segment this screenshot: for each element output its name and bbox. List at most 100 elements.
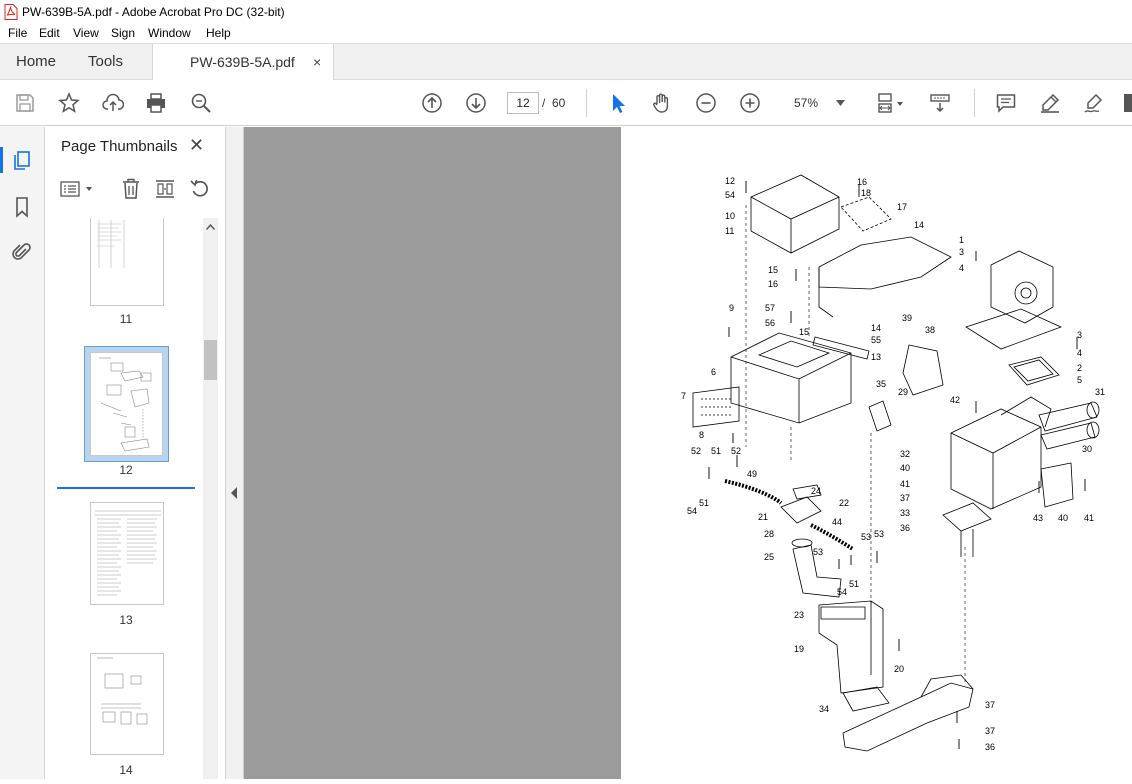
zoom-level-select[interactable]: 57%: [782, 92, 852, 114]
scroll-mode-button[interactable]: [928, 91, 952, 115]
thumbnail-number: 12: [119, 463, 133, 477]
callout: 35: [876, 379, 886, 389]
tab-document[interactable]: PW-639B-5A.pdf ×: [152, 44, 334, 81]
sign-button[interactable]: [1082, 91, 1106, 115]
callout: 37: [985, 700, 995, 710]
callout: 10: [725, 211, 735, 221]
callout: 42: [950, 395, 960, 405]
callout: 15: [799, 327, 809, 337]
callout: 6: [711, 367, 716, 377]
rotate-icon[interactable]: [189, 178, 211, 200]
fit-page-button[interactable]: [873, 91, 909, 115]
callout: 36: [900, 523, 910, 533]
menu-edit[interactable]: Edit: [39, 26, 60, 40]
zoom-out-button[interactable]: [694, 91, 718, 115]
comment-button[interactable]: [994, 91, 1018, 115]
callout: 44: [832, 517, 842, 527]
panel-splitter[interactable]: [226, 127, 244, 779]
callout: 7: [681, 391, 686, 401]
callout: 24: [811, 486, 821, 496]
more-tools-icon[interactable]: [1124, 94, 1132, 112]
callout: 43: [1033, 513, 1043, 523]
main-toolbar: 12 / 60 57%: [0, 80, 1132, 126]
callout: 2: [1077, 363, 1082, 373]
callout: 18: [861, 188, 871, 198]
collapse-panel-icon[interactable]: [231, 487, 238, 499]
callout: 32: [900, 449, 910, 459]
scroll-up-icon[interactable]: [206, 224, 215, 230]
hand-tool-button[interactable]: [650, 91, 674, 115]
find-button[interactable]: [189, 91, 213, 115]
next-page-button[interactable]: [464, 91, 488, 115]
thumbnail-options-icon[interactable]: [60, 180, 96, 198]
callout: 40: [900, 463, 910, 473]
callout: 12: [725, 176, 735, 186]
menu-window[interactable]: Window: [148, 26, 191, 40]
tab-tools[interactable]: Tools: [88, 44, 123, 80]
upload-button[interactable]: [101, 91, 125, 115]
callout: 33: [900, 508, 910, 518]
callout: 9: [729, 303, 734, 313]
scroll-mode-icon: [930, 94, 950, 113]
callout: 51: [711, 446, 721, 456]
callout: 54: [837, 587, 847, 597]
callout: 40: [1058, 513, 1068, 523]
scrollbar-thumb[interactable]: [204, 340, 217, 380]
attachments-icon[interactable]: [11, 241, 33, 263]
current-page-indicator: [57, 487, 195, 489]
callout: 16: [857, 177, 867, 187]
thumbnail-page-14[interactable]: [90, 653, 164, 755]
extract-pages-icon[interactable]: [154, 178, 176, 200]
menu-sign[interactable]: Sign: [111, 26, 135, 40]
thumbnail-14-preview: [97, 657, 148, 725]
bookmark-star-button[interactable]: [57, 91, 81, 115]
bookmarks-icon[interactable]: [11, 196, 33, 218]
menu-file[interactable]: File: [8, 26, 27, 40]
page-total: 60: [552, 96, 566, 110]
pdf-page: 12 54 10 11 16 18 17 14 1 3 4 15 16 9 57…: [621, 127, 1132, 779]
zoom-out-icon: [696, 93, 716, 113]
zoom-in-button[interactable]: [738, 91, 762, 115]
delete-icon[interactable]: [121, 178, 141, 200]
panel-close-button[interactable]: ✕: [189, 135, 204, 156]
thumbnail-number: 14: [119, 763, 133, 777]
thumbnail-page-13[interactable]: [90, 502, 164, 605]
window-title: PW-639B-5A.pdf - Adobe Acrobat Pro DC (3…: [22, 5, 285, 19]
callout: 11: [725, 226, 734, 236]
previous-page-button[interactable]: [420, 91, 444, 115]
tab-close-button[interactable]: ×: [313, 44, 321, 80]
hand-icon: [653, 93, 669, 113]
tab-home[interactable]: Home: [16, 44, 56, 80]
callout: 54: [687, 506, 697, 516]
callout: 53: [861, 532, 871, 542]
zoom-level-value: 57%: [794, 96, 819, 110]
page-number-input[interactable]: 12: [507, 92, 539, 114]
callout: 14: [871, 323, 881, 333]
callout: 51: [699, 498, 709, 508]
zoom-search-icon: [191, 93, 211, 113]
print-button[interactable]: [144, 91, 168, 115]
thumbnail-11-preview: [97, 220, 125, 268]
callout: 36: [985, 742, 995, 752]
callout: 17: [897, 202, 907, 212]
callout: 28: [764, 529, 774, 539]
save-button[interactable]: [13, 91, 37, 115]
highlight-icon: [1041, 93, 1060, 113]
exploded-parts-diagram: 12 54 10 11 16 18 17 14 1 3 4 15 16 9 57…: [681, 174, 1105, 752]
menu-help[interactable]: Help: [206, 26, 231, 40]
thumbnail-number: 13: [119, 613, 133, 627]
page-thumbnails-panel: Page Thumbnails ✕ 11 12 13 14: [45, 127, 226, 779]
sign-icon: [1084, 93, 1103, 113]
thumbnail-page-12[interactable]: [90, 352, 163, 456]
chevron-down-icon: [836, 100, 845, 106]
callout: 15: [768, 265, 778, 275]
panel-title: Page Thumbnails: [61, 138, 178, 155]
thumbnail-scrollbar[interactable]: [203, 218, 218, 779]
select-tool-button[interactable]: [606, 91, 630, 115]
thumbnail-page-11[interactable]: [90, 218, 164, 306]
highlight-button[interactable]: [1038, 91, 1062, 115]
callout: 56: [765, 318, 775, 328]
menu-view[interactable]: View: [73, 26, 99, 40]
thumbnail-12-preview: [99, 357, 152, 452]
page-thumbnails-icon[interactable]: [11, 149, 33, 171]
